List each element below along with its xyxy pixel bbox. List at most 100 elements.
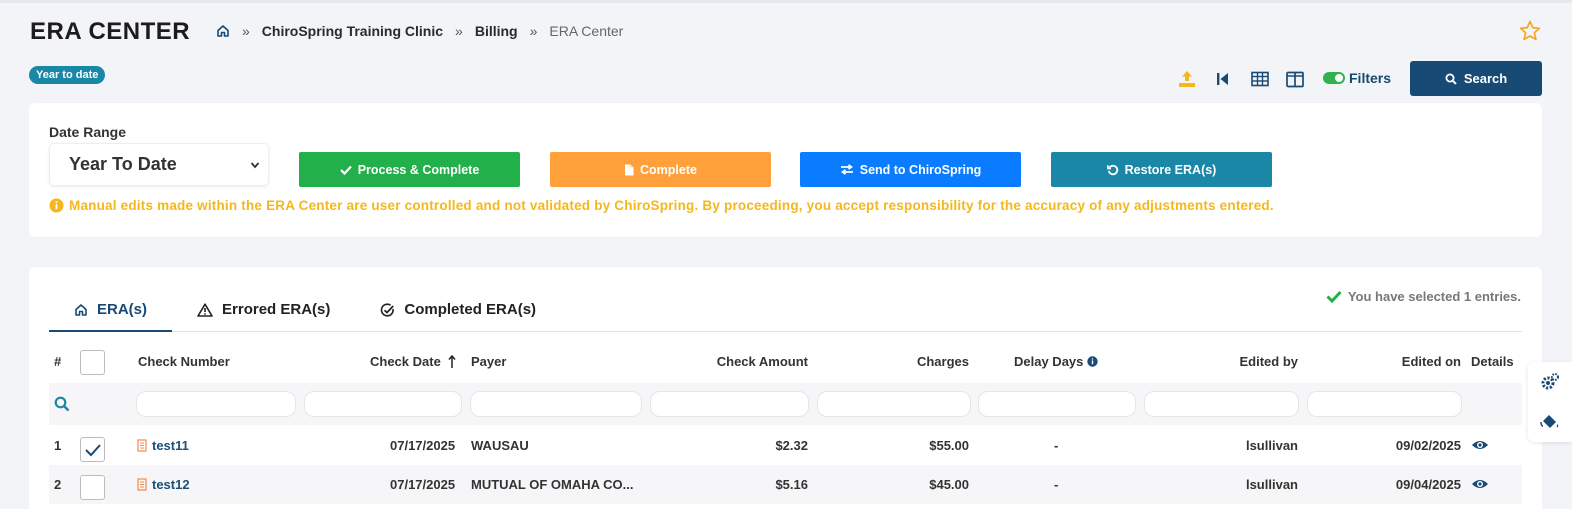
col-header-payer[interactable]: Payer <box>471 354 506 369</box>
filter-row <box>49 383 1522 425</box>
col-header-charges[interactable]: Charges <box>829 354 969 369</box>
filters-label: Filters <box>1349 70 1392 86</box>
col-header-details: Details <box>1471 354 1514 369</box>
check-amount: $5.16 <box>775 477 808 492</box>
paint-bucket-icon[interactable] <box>1538 410 1562 434</box>
edited-on: 09/04/2025 <box>1395 477 1461 492</box>
row-number: 2 <box>54 477 62 492</box>
charges: $45.00 <box>929 477 969 492</box>
eye-icon[interactable] <box>1471 478 1489 490</box>
table-row[interactable]: 1 test11 07/17/2025 WAUSAU $2.32 $55.00 … <box>49 426 1522 465</box>
process-complete-button[interactable]: Process & Complete <box>299 152 520 187</box>
breadcrumb-current: ERA Center <box>549 23 624 39</box>
send-to-chirospring-button[interactable]: Send to ChiroSpring <box>800 152 1021 187</box>
payer: WAUSAU <box>471 438 529 453</box>
check-number-link[interactable]: test11 <box>137 438 189 453</box>
check-date: 07/17/2025 <box>390 477 456 492</box>
filter-delay-days-input[interactable] <box>978 391 1136 417</box>
col-header-check-amount[interactable]: Check Amount <box>649 354 808 369</box>
columns-icon[interactable] <box>1284 68 1306 90</box>
file-icon <box>137 439 147 452</box>
check-circle-icon <box>381 303 395 317</box>
undo-icon <box>1106 164 1118 175</box>
breadcrumb-clinic[interactable]: ChiroSpring Training Clinic <box>262 23 443 39</box>
info-icon <box>49 198 64 213</box>
eye-icon[interactable] <box>1471 439 1489 451</box>
process-complete-label: Process & Complete <box>357 162 480 177</box>
home-icon[interactable] <box>216 24 230 38</box>
send-label: Send to ChiroSpring <box>859 162 982 177</box>
col-header-num: # <box>54 354 62 369</box>
table-row[interactable]: 2 test12 07/17/2025 MUTUAL OF OMAHA CO..… <box>49 465 1522 504</box>
row-checkbox[interactable] <box>80 437 105 462</box>
file-icon <box>625 164 634 175</box>
selection-text: You have selected 1 entries. <box>1347 289 1521 304</box>
row-checkbox[interactable] <box>80 475 105 500</box>
filters-toggle[interactable]: Filters <box>1323 70 1391 86</box>
info-icon[interactable] <box>1087 356 1099 367</box>
warning-triangle-icon <box>197 303 213 317</box>
top-border <box>0 0 1572 3</box>
filter-payer-input[interactable] <box>470 391 642 417</box>
delay-days: - <box>1054 438 1059 453</box>
filter-check-number-input[interactable] <box>136 391 296 417</box>
check-number-link[interactable]: test12 <box>137 477 190 492</box>
tab-label: Errored ERA(s) <box>222 301 331 318</box>
date-filter-card: Date Range Year To Date Process & Comple… <box>29 103 1542 237</box>
select-all-checkbox[interactable] <box>80 350 105 375</box>
check-icon <box>339 165 352 175</box>
date-range-badge: Year to date <box>29 66 106 84</box>
tab-label: ERA(s) <box>97 301 148 318</box>
edited-by: lsullivan <box>1245 438 1298 453</box>
filter-edited-on-input[interactable] <box>1307 391 1462 417</box>
col-header-edited-by[interactable]: Edited by <box>1169 354 1298 369</box>
table-icon[interactable] <box>1249 68 1271 90</box>
col-header-delay-days[interactable]: Delay Days <box>1014 354 1099 369</box>
check-date: 07/17/2025 <box>390 438 456 453</box>
era-tabs: ERA(s) Errored ERA(s) Completed ERA(s) <box>49 300 1522 332</box>
warning-message: Manual edits made within the ERA Center … <box>49 198 1274 213</box>
file-icon <box>137 478 147 491</box>
col-header-check-date-label: Check Date <box>370 354 441 369</box>
check-number: test12 <box>152 477 190 492</box>
upload-icon[interactable] <box>1176 68 1198 90</box>
col-header-check-number[interactable]: Check Number <box>138 354 230 369</box>
date-range-select[interactable]: Year To Date <box>49 143 269 186</box>
date-range-value: Year To Date <box>69 154 177 174</box>
edited-by: lsullivan <box>1245 477 1298 492</box>
complete-button[interactable]: Complete <box>550 152 771 187</box>
charges: $55.00 <box>929 438 969 453</box>
breadcrumb-billing[interactable]: Billing <box>475 23 518 39</box>
restore-label: Restore ERA(s) <box>1124 162 1217 177</box>
filter-charges-input[interactable] <box>817 391 971 417</box>
search-button-label: Search <box>1463 71 1508 86</box>
skip-back-icon[interactable] <box>1212 68 1234 90</box>
sort-asc-icon <box>448 355 456 368</box>
date-range-label: Date Range <box>49 124 127 140</box>
filter-edited-by-input[interactable] <box>1144 391 1299 417</box>
tab-label: Completed ERA(s) <box>404 301 537 318</box>
search-icon[interactable] <box>54 396 70 412</box>
side-tools <box>1528 362 1572 442</box>
restore-eras-button[interactable]: Restore ERA(s) <box>1051 152 1272 187</box>
gears-icon[interactable] <box>1538 370 1562 394</box>
filter-check-date-input[interactable] <box>304 391 462 417</box>
filter-check-amount-input[interactable] <box>650 391 809 417</box>
complete-label: Complete <box>640 162 697 177</box>
col-header-check-date[interactable]: Check Date <box>370 354 456 369</box>
tab-completed-eras[interactable]: Completed ERA(s) <box>355 300 561 332</box>
payer: MUTUAL OF OMAHA CO... <box>471 477 634 492</box>
warning-text: Manual edits made within the ERA Center … <box>69 198 1274 213</box>
check-number: test11 <box>152 438 189 453</box>
tab-eras[interactable]: ERA(s) <box>49 300 173 332</box>
delay-days: - <box>1054 477 1059 492</box>
breadcrumb-separator: » <box>242 23 250 39</box>
selection-status: You have selected 1 entries. <box>1326 289 1521 304</box>
page-title: ERA CENTER <box>30 18 191 45</box>
col-header-edited-on[interactable]: Edited on <box>1329 354 1461 369</box>
star-icon[interactable] <box>1518 19 1542 48</box>
home-icon <box>75 304 87 316</box>
toggle-switch[interactable] <box>1323 72 1345 84</box>
search-button[interactable]: Search <box>1410 61 1542 96</box>
tab-errored-eras[interactable]: Errored ERA(s) <box>172 300 355 332</box>
